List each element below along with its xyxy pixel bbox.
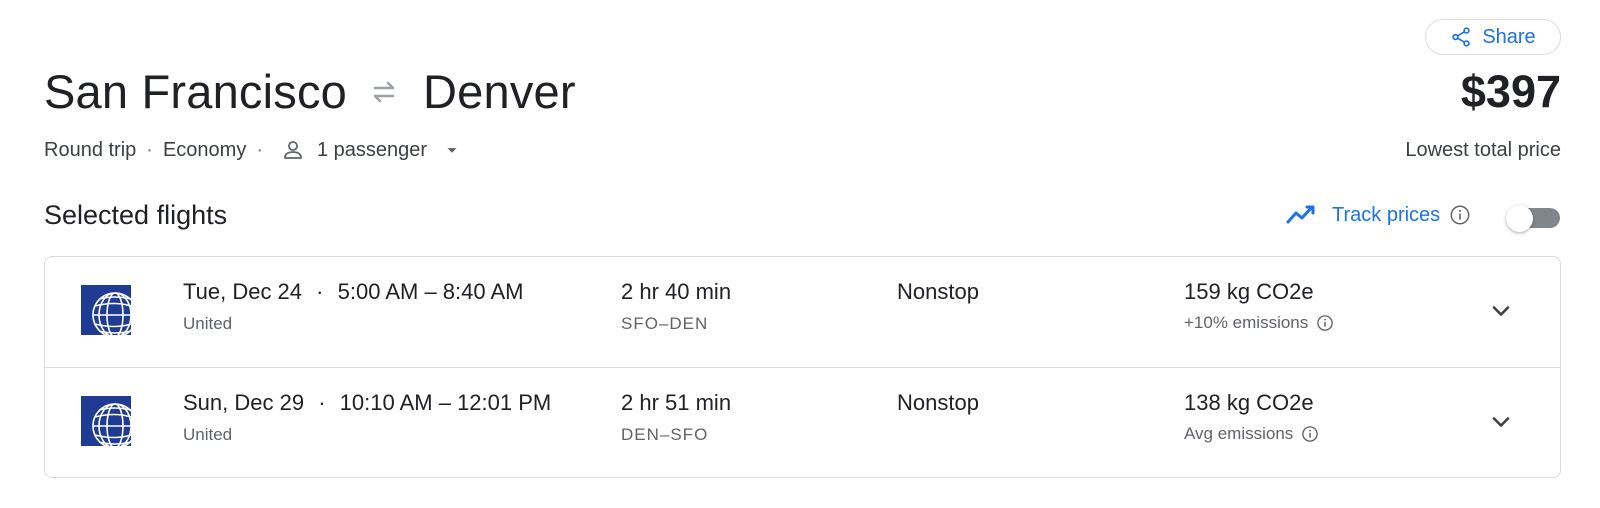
airline-name: United [183, 314, 233, 333]
trip-type: Round trip [44, 138, 137, 161]
share-label: Share [1482, 25, 1536, 48]
flight-times: 10:10 AM – 12:01 PM [339, 390, 552, 415]
airline-name: United [183, 425, 233, 444]
flight-date-times: Sun, Dec 29 · 10:10 AM – 12:01 PM [183, 390, 551, 416]
price-caption: Lowest total price [1405, 139, 1561, 161]
selected-flights-card: Tue, Dec 24 · 5:00 AM – 8:40 AM United 2… [44, 256, 1561, 478]
total-price: $397 [1460, 66, 1561, 117]
flight-row[interactable]: Tue, Dec 24 · 5:00 AM – 8:40 AM United 2… [45, 257, 1560, 367]
flight-duration: 2 hr 51 min [621, 390, 732, 415]
selected-flights-heading: Selected flights [44, 200, 228, 230]
united-logo [81, 396, 131, 446]
flight-route: DEN–SFO [621, 425, 709, 444]
swap-arrows-icon [373, 81, 395, 102]
destination-city: Denver [423, 65, 576, 118]
caret-down-icon [447, 148, 457, 153]
info-icon[interactable] [1449, 204, 1471, 226]
passenger-count: 1 passenger [317, 138, 428, 161]
route-title: San Francisco Denver [44, 64, 576, 119]
cabin-class: Economy [162, 138, 247, 161]
flight-date: Tue, Dec 24 [183, 279, 303, 304]
origin-city: San Francisco [44, 65, 348, 118]
separator-dot: · [256, 138, 263, 161]
emissions-text: Avg emissions [1184, 424, 1294, 443]
flight-times: 5:00 AM – 8:40 AM [337, 279, 524, 304]
emissions-label: +10% emissions [1184, 313, 1334, 333]
trip-details: Round trip · Economy · 1 passenger [44, 138, 463, 162]
chevron-down-icon[interactable] [1487, 297, 1515, 325]
emissions-text: +10% emissions [1184, 313, 1309, 332]
track-prices-label: Track prices [1332, 203, 1441, 226]
person-icon [284, 141, 302, 159]
flight-route: SFO–DEN [621, 314, 709, 333]
share-button[interactable]: Share [1425, 19, 1561, 55]
share-icon [1452, 27, 1471, 47]
track-prices[interactable]: Track prices [1285, 201, 1471, 229]
info-icon[interactable] [1316, 314, 1334, 332]
flight-row[interactable]: Sun, Dec 29 · 10:10 AM – 12:01 PM United… [45, 367, 1560, 478]
passenger-selector[interactable]: 1 passenger [273, 138, 463, 162]
separator-dot: · [316, 279, 324, 304]
trend-icon [1286, 205, 1315, 224]
flight-stops: Nonstop [897, 279, 979, 304]
flight-duration: 2 hr 40 min [621, 279, 732, 304]
united-logo [81, 285, 131, 335]
flight-co2: 159 kg CO2e [1184, 279, 1314, 304]
toggle-knob [1506, 205, 1533, 232]
info-icon[interactable] [1301, 425, 1319, 443]
flight-date: Sun, Dec 29 [183, 390, 305, 415]
chevron-down-icon[interactable] [1487, 408, 1515, 436]
separator-dot: · [318, 390, 326, 415]
emissions-label: Avg emissions [1184, 424, 1319, 444]
separator-dot: · [146, 138, 153, 161]
flight-date-times: Tue, Dec 24 · 5:00 AM – 8:40 AM [183, 279, 524, 305]
flight-co2: 138 kg CO2e [1184, 390, 1314, 415]
flight-stops: Nonstop [897, 390, 979, 415]
track-prices-toggle[interactable] [1506, 205, 1562, 233]
